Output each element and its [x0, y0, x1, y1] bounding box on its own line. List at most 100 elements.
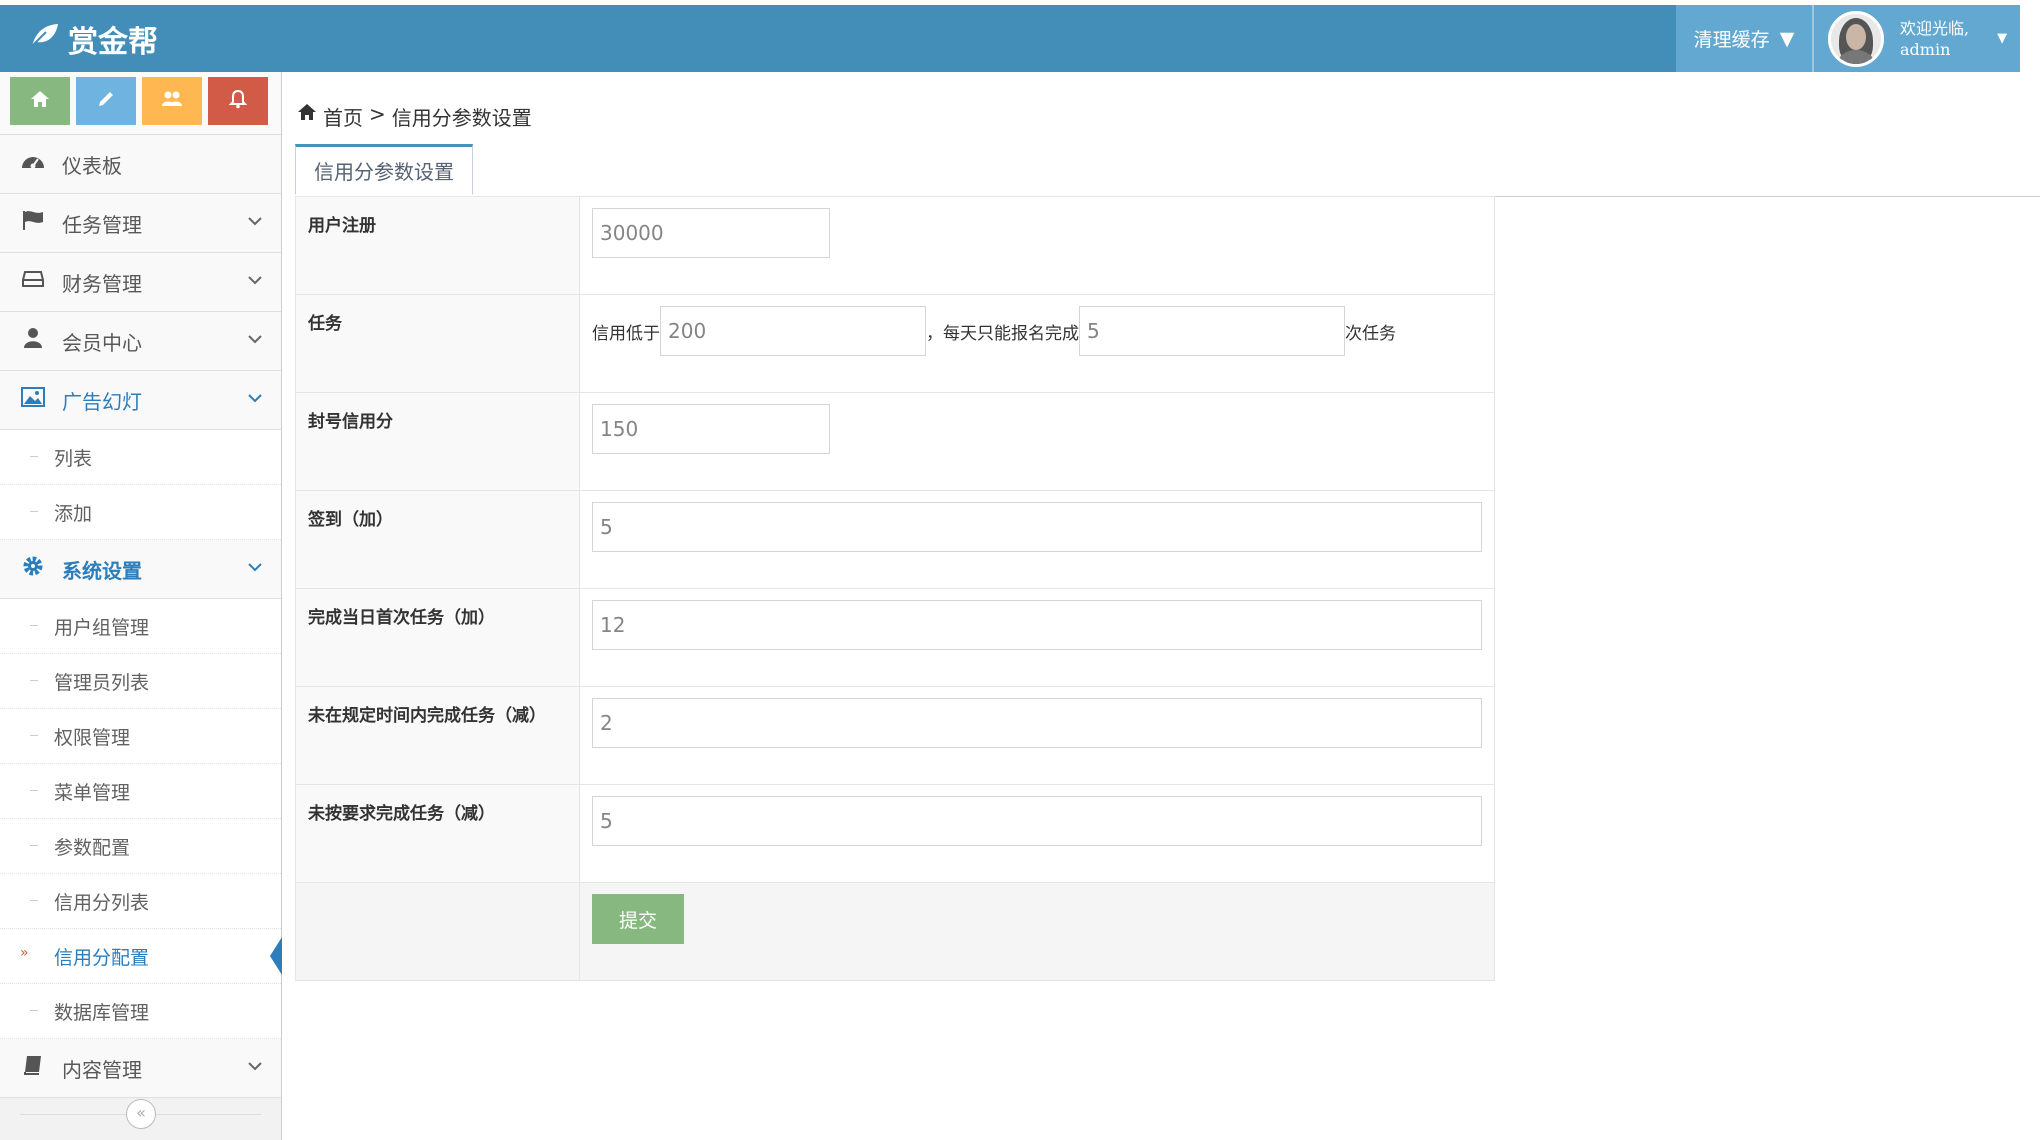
first-task-credit-input[interactable]	[592, 600, 1482, 650]
chevron-down-icon	[247, 1057, 263, 1076]
sidebar-subitem-user-groups[interactable]: 用户组管理	[0, 599, 281, 654]
home-icon	[297, 102, 317, 131]
sidebar-item-task-management[interactable]: 任务管理	[0, 194, 281, 253]
pencil-icon	[97, 89, 115, 113]
form-row-register: 用户注册	[295, 196, 1495, 295]
brand-logo[interactable]: 赏金帮	[30, 5, 158, 72]
breadcrumb-home-link[interactable]: 首页	[323, 102, 363, 131]
tree-line	[30, 790, 38, 791]
user-menu[interactable]: 欢迎光临, admin ▼	[1814, 5, 2020, 72]
sidebar-subitem-ad-list[interactable]: 列表	[0, 430, 281, 485]
field-cell	[579, 490, 1495, 589]
sidebar-item-label: 财务管理	[62, 271, 142, 296]
sidebar-subitem-label: 信用分配置	[54, 946, 150, 969]
tree-line	[30, 456, 38, 457]
sidebar-subitem-permissions[interactable]: 权限管理	[0, 709, 281, 764]
sidebar-subitem-ad-add[interactable]: 添加	[0, 485, 281, 540]
tab-credit-params[interactable]: 信用分参数设置	[295, 144, 473, 195]
tab-bar: 信用分参数设置	[295, 144, 2040, 197]
clear-cache-label: 清理缓存	[1693, 29, 1770, 51]
double-chevron-left-icon: «	[136, 1103, 146, 1122]
field-label: 未按要求完成任务（减）	[295, 784, 580, 883]
sidebar-subitem-label: 管理员列表	[54, 671, 150, 694]
chevron-down-icon	[247, 558, 263, 577]
book-icon	[18, 1054, 48, 1082]
overdue-penalty-input[interactable]	[592, 698, 1482, 748]
edit-shortcut-button[interactable]	[76, 77, 136, 125]
credit-settings-form: 用户注册 任务 信用低于 ，每天只能报名完成 次任务 封号信用分	[295, 196, 1495, 981]
sidebar-item-member-center[interactable]: 会员中心	[0, 312, 281, 371]
sidebar-subitem-label: 添加	[54, 502, 93, 525]
task-suffix-text: 次任务	[1345, 323, 1396, 344]
form-row-checkin: 签到（加）	[295, 490, 1495, 589]
field-cell	[579, 686, 1495, 785]
users-shortcut-button[interactable]	[142, 77, 202, 125]
sidebar-subitem-credit-config[interactable]: » 信用分配置	[0, 929, 282, 984]
sidebar-subitem-credit-list[interactable]: 信用分列表	[0, 874, 281, 929]
navbar-right: 清理缓存 ▼ 欢迎光临, admin ▼	[1676, 5, 2020, 72]
home-shortcut-button[interactable]	[10, 77, 70, 125]
field-cell	[579, 196, 1495, 295]
caret-down-icon: ▼	[1997, 31, 2008, 46]
system-settings-submenu: 用户组管理 管理员列表 权限管理 菜单管理 参数配置 信用分列表 » 信用分配置	[0, 599, 282, 1039]
sidebar-subitem-menus[interactable]: 菜单管理	[0, 764, 281, 819]
sidebar-subitem-admin-list[interactable]: 管理员列表	[0, 654, 281, 709]
sidebar-item-label: 会员中心	[62, 330, 142, 355]
sidebar-subitem-label: 菜单管理	[54, 781, 131, 804]
field-label: 签到（加）	[295, 490, 580, 589]
sidebar-subitem-label: 列表	[54, 447, 93, 470]
main-content: 首页 > 信用分参数设置 信用分参数设置 用户注册 任务 信用低于 ，每天只能报…	[283, 72, 2040, 1140]
task-prefix-text: 信用低于	[592, 323, 660, 344]
sidebar-item-label: 仪表板	[62, 153, 122, 178]
task-daily-limit-input[interactable]	[1079, 306, 1345, 356]
noncompliant-penalty-input[interactable]	[592, 796, 1482, 846]
tree-line	[30, 900, 38, 901]
submit-button[interactable]: 提交	[592, 894, 684, 944]
form-row-ban: 封号信用分	[295, 392, 1495, 491]
sidebar-subitem-database[interactable]: 数据库管理	[0, 984, 281, 1039]
double-chevron-right-icon: »	[20, 945, 29, 961]
notifications-shortcut-button[interactable]	[208, 77, 268, 125]
field-label: 用户注册	[295, 196, 580, 295]
welcome-text: 欢迎光临,	[1900, 18, 1970, 38]
ban-credit-input[interactable]	[592, 404, 830, 454]
hdd-icon	[18, 269, 48, 295]
sidebar-item-ad-slides[interactable]: 广告幻灯	[0, 371, 281, 430]
form-row-noncompliant: 未按要求完成任务（减）	[295, 784, 1495, 883]
chevron-down-icon	[247, 271, 263, 290]
active-indicator	[270, 937, 282, 975]
collapse-sidebar-button[interactable]: «	[126, 1099, 156, 1129]
field-cell: 信用低于 ，每天只能报名完成 次任务	[579, 294, 1495, 393]
checkin-credit-input[interactable]	[592, 502, 1482, 552]
breadcrumb-separator: >	[369, 102, 386, 126]
sidebar-item-label: 内容管理	[62, 1057, 142, 1082]
tree-line	[30, 511, 38, 512]
avatar	[1828, 10, 1884, 67]
navbar-divider	[1812, 5, 1814, 72]
clear-cache-button[interactable]: 清理缓存 ▼	[1676, 5, 1812, 72]
shortcut-bar	[0, 72, 281, 135]
task-credit-threshold-input[interactable]	[660, 306, 926, 356]
sidebar-item-system-settings[interactable]: 系统设置	[0, 540, 281, 599]
user-icon	[18, 327, 48, 355]
empty-cell	[295, 882, 580, 981]
sidebar-subitem-params[interactable]: 参数配置	[0, 819, 281, 874]
sidebar-subitem-label: 用户组管理	[54, 616, 150, 639]
brand-name: 赏金帮	[68, 24, 158, 60]
task-rule-group: 信用低于 ，每天只能报名完成 次任务	[592, 306, 1482, 356]
actions-cell: 提交	[579, 882, 1495, 981]
sidebar-item-finance-management[interactable]: 财务管理	[0, 253, 281, 312]
tree-line	[30, 845, 38, 846]
cog-icon	[18, 554, 48, 584]
username: admin	[1900, 39, 1951, 59]
register-credit-input[interactable]	[592, 208, 830, 258]
sidebar-item-content-management[interactable]: 内容管理	[0, 1039, 281, 1098]
sidebar-item-dashboard[interactable]: 仪表板	[0, 135, 281, 194]
sidebar: 仪表板 任务管理 财务管理 会员中心 广告幻灯 列表 添加 系统设置 用户组管理…	[0, 72, 282, 1140]
field-label: 未在规定时间内完成任务（减）	[295, 686, 580, 785]
breadcrumb-current: 信用分参数设置	[391, 106, 532, 130]
ad-slides-submenu: 列表 添加	[0, 430, 281, 540]
home-icon	[30, 89, 50, 113]
chevron-down-icon	[247, 389, 263, 408]
field-cell	[579, 784, 1495, 883]
